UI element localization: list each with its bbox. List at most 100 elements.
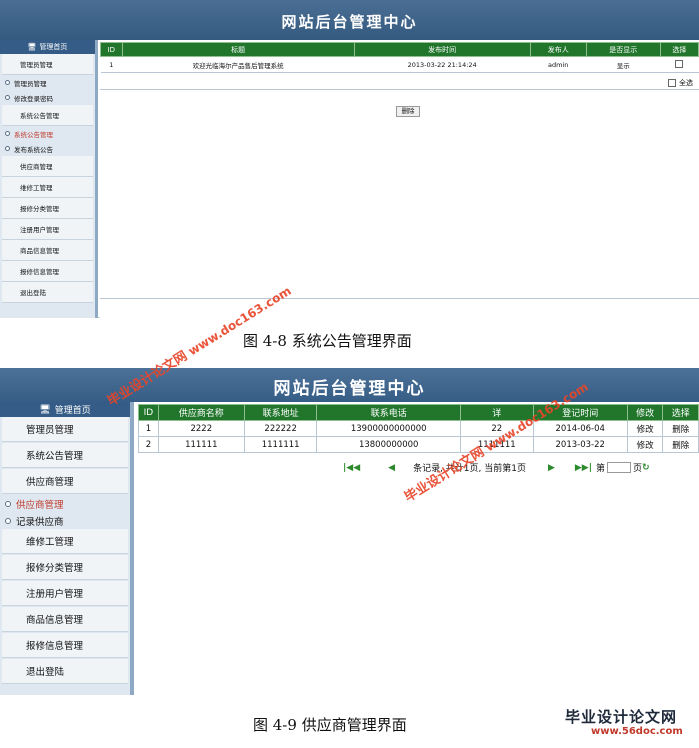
sidebar-item[interactable]: 商品信息管理 [2,240,93,261]
select-all[interactable]: 全选 [668,78,693,88]
table-cell[interactable]: 删除 [662,436,699,453]
sidebar: 🖥 管理首页 管理员管理 系统公告管理 供应商管理 供应商管理 记录供应商 维修工管理 报修… [0,402,134,695]
column-header: ID [138,404,159,421]
next-page-button[interactable]: ▶ [548,463,555,473]
table-cell: 222222 [243,420,318,437]
delete-button[interactable]: 删除 [396,106,420,117]
column-header: ID [100,42,123,57]
sidebar-item[interactable]: 维修工管理 [2,529,128,554]
table-cell: 显示 [586,56,661,73]
first-page-button[interactable]: |◀◀ [343,463,360,473]
sidebar-item[interactable]: 报修分类管理 [2,198,93,219]
column-header: 联系电话 [316,404,461,421]
sidebar-subitem[interactable]: 供应商管理 [0,495,130,512]
table-cell: 2013-03-22 21:14:24 [354,56,531,73]
sidebar-item[interactable]: 退出登陆 [2,282,93,303]
sidebar-item[interactable]: 报修分类管理 [2,555,128,580]
page-suffix: 页 [633,464,643,474]
sidebar-home[interactable]: 🖥 管理首页 [0,40,95,54]
app-title: 网站后台管理中心 [281,13,418,31]
sidebar-item[interactable]: 注册用户管理 [2,219,93,240]
sidebar-home-label: 管理首页 [39,43,68,51]
table-row: 1 欢迎光临海尔产品售后管理系统 2013-03-22 21:14:24 admin 显… [100,56,699,73]
sidebar-item-label: 修改登录密码 [14,94,53,103]
sidebar-item[interactable]: 供应商管理 [2,469,128,494]
select-all-checkbox[interactable] [668,79,676,87]
sidebar-item[interactable]: 报修信息管理 [2,261,93,282]
row-checkbox[interactable] [675,59,684,68]
sidebar-item[interactable]: 注册用户管理 [2,581,128,606]
go-icon[interactable]: ↻ [642,463,650,473]
main-content: ID 标题 发布时间 发布人 是否显示 选择 1 欢迎光临海尔产品售后管理系统 2013-03… [100,40,699,318]
brand-url: www.56doc.com [591,726,683,737]
table-cell[interactable]: 修改 [626,420,664,437]
supplier-table: ID 供应商名称 联系地址 联系电话详登记时间 修改 选择 1 2222 222222 1390… [138,404,699,453]
table-cell: 2013-03-22 [532,436,628,453]
column-header: 选择 [662,404,699,421]
sidebar-subitem[interactable]: 系统公告管理 [0,126,95,141]
table-cell: 111111 [157,436,245,453]
sidebar-item-label: 商品信息管理 [20,247,59,255]
column-header: 发布时间 [353,42,531,57]
select-all-label: 全选 [679,79,693,87]
notice-table: ID 标题 发布时间 发布人 是否显示 选择 1 欢迎光临海尔产品售后管理系统 2013-03… [100,42,699,73]
table-cell: 13800000000 [316,436,461,453]
sidebar-item-label: 供应商管理 [20,163,53,171]
sidebar-subitem[interactable]: 修改登录密码 [0,90,95,105]
sidebar-subitem[interactable]: 记录供应商 [0,512,130,529]
sidebar-item[interactable]: 维修工管理 [2,177,93,198]
sidebar-item[interactable]: 报修信息管理 [2,633,128,658]
bullet-icon [5,95,10,100]
bullet-icon [5,131,10,136]
main-content: ID 供应商名称 联系地址 联系电话详登记时间 修改 选择 1 2222 222222 1390… [138,402,699,695]
sidebar-item[interactable]: 系统公告管理 [2,443,128,468]
sidebar-item-label: 管理员管理 [14,79,47,88]
sidebar-item[interactable]: 管理员管理 [2,54,93,75]
table-cell: 欢迎光临海尔产品售后管理系统 [122,56,355,73]
table-row: 2 111111 1111111 13800000000 1111111 2013-03-… [138,436,699,453]
table-cell: 1 [100,56,123,73]
last-page-button[interactable]: ▶▶| [575,463,592,473]
sidebar-item-label: 商品信息管理 [26,615,84,626]
sidebar-item-label: 记录供应商 [16,516,64,528]
bullet-icon [5,500,11,507]
brand-logo: 毕业设计论文网 www.56doc.com [531,704,691,744]
sidebar-item[interactable]: 系统公告管理 [2,105,93,126]
prev-page-button[interactable]: ◀ [388,463,395,473]
table-row: 1 2222 222222 13900000000000 22 2014-06-04 修改删… [138,420,699,437]
sidebar-item[interactable]: 商品信息管理 [2,607,128,632]
sidebar-item-label: 维修工管理 [20,184,53,192]
sidebar-item-label: 报修分类管理 [26,563,84,574]
computer-icon: 🖥 [39,404,51,415]
sidebar-item-label: 系统公告管理 [26,451,84,462]
column-header: 是否显示 [585,42,661,57]
sidebar-item-label: 供应商管理 [26,477,74,488]
table-cell: 1111111 [243,436,318,453]
column-header: 发布人 [529,42,587,57]
column-header: 标题 [121,42,355,57]
table-cell: 2222 [157,420,245,437]
sidebar-item-label: 管理员管理 [20,61,53,69]
bullet-icon [5,517,11,524]
table-cell: 2 [138,436,159,453]
sidebar-item-label: 退出登陆 [20,289,46,297]
sidebar-item[interactable]: 退出登陆 [2,659,128,684]
sidebar-item-label: 系统公告管理 [14,130,53,139]
sidebar-item[interactable]: 管理员管理 [2,417,128,442]
pagination: |◀◀ ◀ 条记录, 共计1页, 当前第1页 ▶ ▶▶| 第 页 ↻ [343,461,650,474]
bullet-icon [5,146,10,151]
column-header: 供应商名称 [157,404,245,421]
page-label: 第 [596,464,606,474]
table-cell[interactable]: 修改 [626,436,664,453]
sidebar-subitem[interactable]: 发布系统公告 [0,141,95,156]
table-cell: 1 [138,420,159,437]
sidebar: 🖥 管理首页 管理员管理 管理员管理 修改登录密码 系统公告管理 系统公告管理 发布系统公… [0,40,98,318]
divider [100,89,699,90]
computer-icon: 🖥 [27,43,37,51]
column-header: 修改 [626,404,664,421]
sidebar-item-label: 退出登陆 [26,667,65,678]
sidebar-subitem[interactable]: 管理员管理 [0,75,95,90]
page-number-input[interactable] [607,462,632,473]
sidebar-item[interactable]: 供应商管理 [2,156,93,177]
table-cell[interactable]: 删除 [662,420,699,437]
